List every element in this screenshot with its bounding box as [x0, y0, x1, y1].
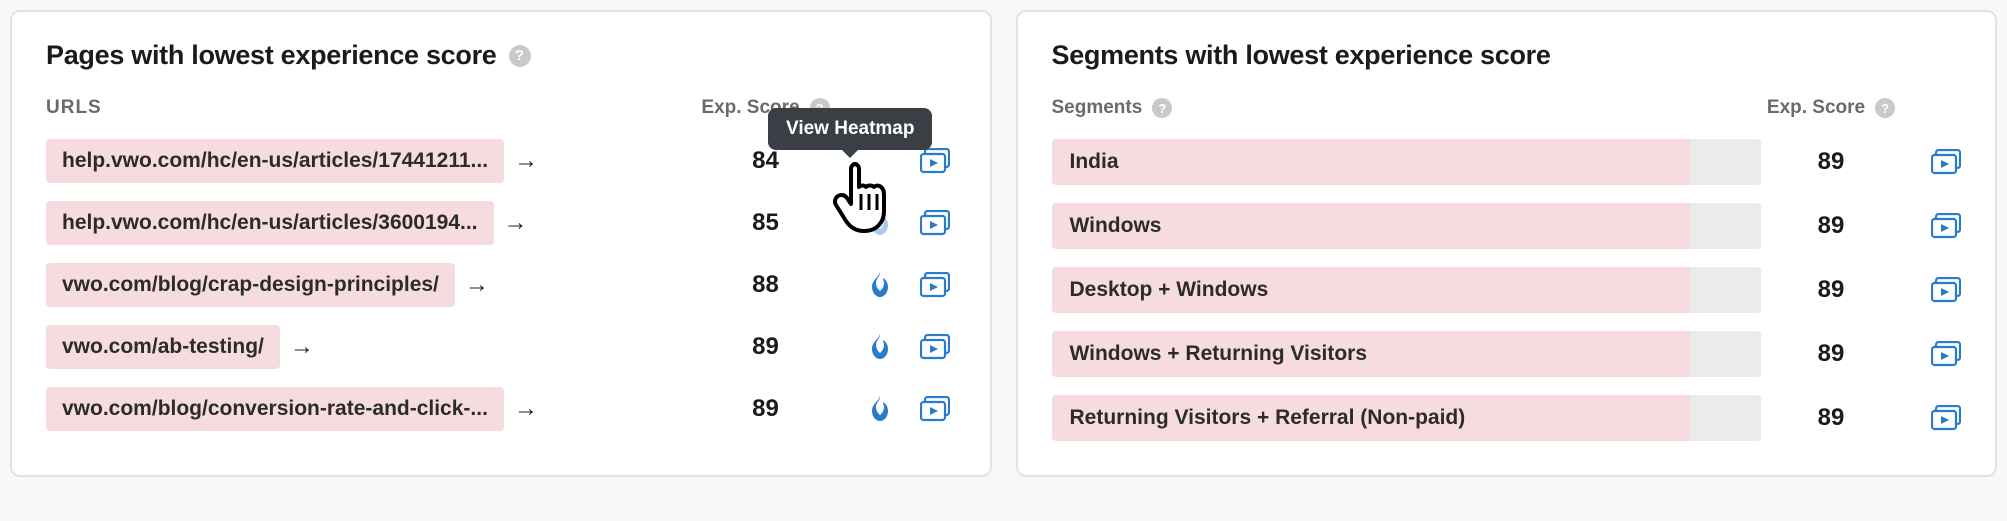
urls-column-header: URLS [46, 97, 102, 119]
segment-row: India 89 [1052, 139, 1962, 185]
page-row: vwo.com/ab-testing/ → 89 [46, 325, 956, 369]
open-arrow-icon[interactable]: → [514, 147, 538, 175]
segment-label: Windows + Returning Visitors [1052, 331, 1762, 377]
exp-score-value: 89 [696, 333, 836, 361]
pages-card-title: Pages with lowest experience score [46, 40, 497, 71]
open-arrow-icon[interactable]: → [504, 209, 528, 237]
segment-bar[interactable]: Returning Visitors + Referral (Non-paid) [1052, 395, 1762, 441]
help-icon[interactable]: ? [1875, 98, 1895, 118]
exp-score-value: 89 [1761, 212, 1901, 240]
page-url[interactable]: help.vwo.com/hc/en-us/articles/3600194..… [46, 201, 494, 245]
page-row: vwo.com/blog/crap-design-principles/ → 8… [46, 263, 956, 307]
segment-row: Returning Visitors + Referral (Non-paid)… [1052, 395, 1962, 441]
recording-play-icon[interactable] [1931, 405, 1961, 431]
recording-play-icon[interactable] [920, 148, 950, 174]
segment-row: Windows 89 [1052, 203, 1962, 249]
open-arrow-icon[interactable]: → [290, 333, 314, 361]
page-url[interactable]: vwo.com/blog/crap-design-principles/ [46, 263, 455, 307]
recording-play-icon[interactable] [1931, 277, 1961, 303]
segment-bar[interactable]: Desktop + Windows [1052, 267, 1762, 313]
segments-card-title: Segments with lowest experience score [1052, 40, 1551, 71]
segment-label: Returning Visitors + Referral (Non-paid) [1052, 395, 1762, 441]
page-row: help.vwo.com/hc/en-us/articles/3600194..… [46, 201, 956, 245]
exp-score-value: 88 [696, 271, 836, 299]
exp-score-value: 89 [1761, 148, 1901, 176]
segment-label: Desktop + Windows [1052, 267, 1762, 313]
recording-play-icon[interactable] [920, 396, 950, 422]
segment-bar[interactable]: Windows + Returning Visitors [1052, 331, 1762, 377]
heatmap-flame-icon[interactable] [868, 395, 892, 423]
exp-score-value: 85 [696, 209, 836, 237]
exp-score-value: 89 [1761, 340, 1901, 368]
view-heatmap-tooltip: View Heatmap [768, 108, 932, 150]
segments-column-header: Segments [1052, 97, 1143, 119]
segment-bar[interactable]: India [1052, 139, 1762, 185]
page-url[interactable]: vwo.com/blog/conversion-rate-and-click-.… [46, 387, 504, 431]
page-url[interactable]: help.vwo.com/hc/en-us/articles/17441211.… [46, 139, 504, 183]
recording-play-icon[interactable] [1931, 341, 1961, 367]
exp-score-value: 89 [1761, 276, 1901, 304]
exp-score-value: 89 [696, 395, 836, 423]
page-url[interactable]: vwo.com/ab-testing/ [46, 325, 280, 369]
segment-label: India [1052, 139, 1762, 185]
help-icon[interactable]: ? [509, 45, 531, 67]
exp-score-value: 84 [696, 147, 836, 175]
open-arrow-icon[interactable]: → [465, 271, 489, 299]
segments-lowest-score-card: Segments with lowest experience score Se… [1016, 10, 1998, 477]
exp-score-value: 89 [1761, 404, 1901, 432]
recording-play-icon[interactable] [1931, 149, 1961, 175]
recording-play-icon[interactable] [920, 334, 950, 360]
segment-label: Windows [1052, 203, 1762, 249]
help-icon[interactable]: ? [1152, 98, 1172, 118]
segment-row: Desktop + Windows 89 [1052, 267, 1962, 313]
heatmap-flame-icon[interactable] [868, 271, 892, 299]
page-row: vwo.com/blog/conversion-rate-and-click-.… [46, 387, 956, 431]
segments-column-headers: Segments ? Exp. Score ? [1052, 97, 1962, 139]
exp-score-column-header: Exp. Score [1767, 97, 1865, 119]
segment-row: Windows + Returning Visitors 89 [1052, 331, 1962, 377]
pages-lowest-score-card: Pages with lowest experience score ? URL… [10, 10, 992, 477]
segments-card-title-row: Segments with lowest experience score [1052, 40, 1962, 71]
recording-play-icon[interactable] [920, 210, 950, 236]
open-arrow-icon[interactable]: → [514, 395, 538, 423]
recording-play-icon[interactable] [1931, 213, 1961, 239]
pages-card-title-row: Pages with lowest experience score ? [46, 40, 956, 71]
recording-play-icon[interactable] [920, 272, 950, 298]
pointer-cursor-icon [832, 154, 902, 239]
heatmap-flame-icon[interactable] [868, 333, 892, 361]
segment-bar[interactable]: Windows [1052, 203, 1762, 249]
